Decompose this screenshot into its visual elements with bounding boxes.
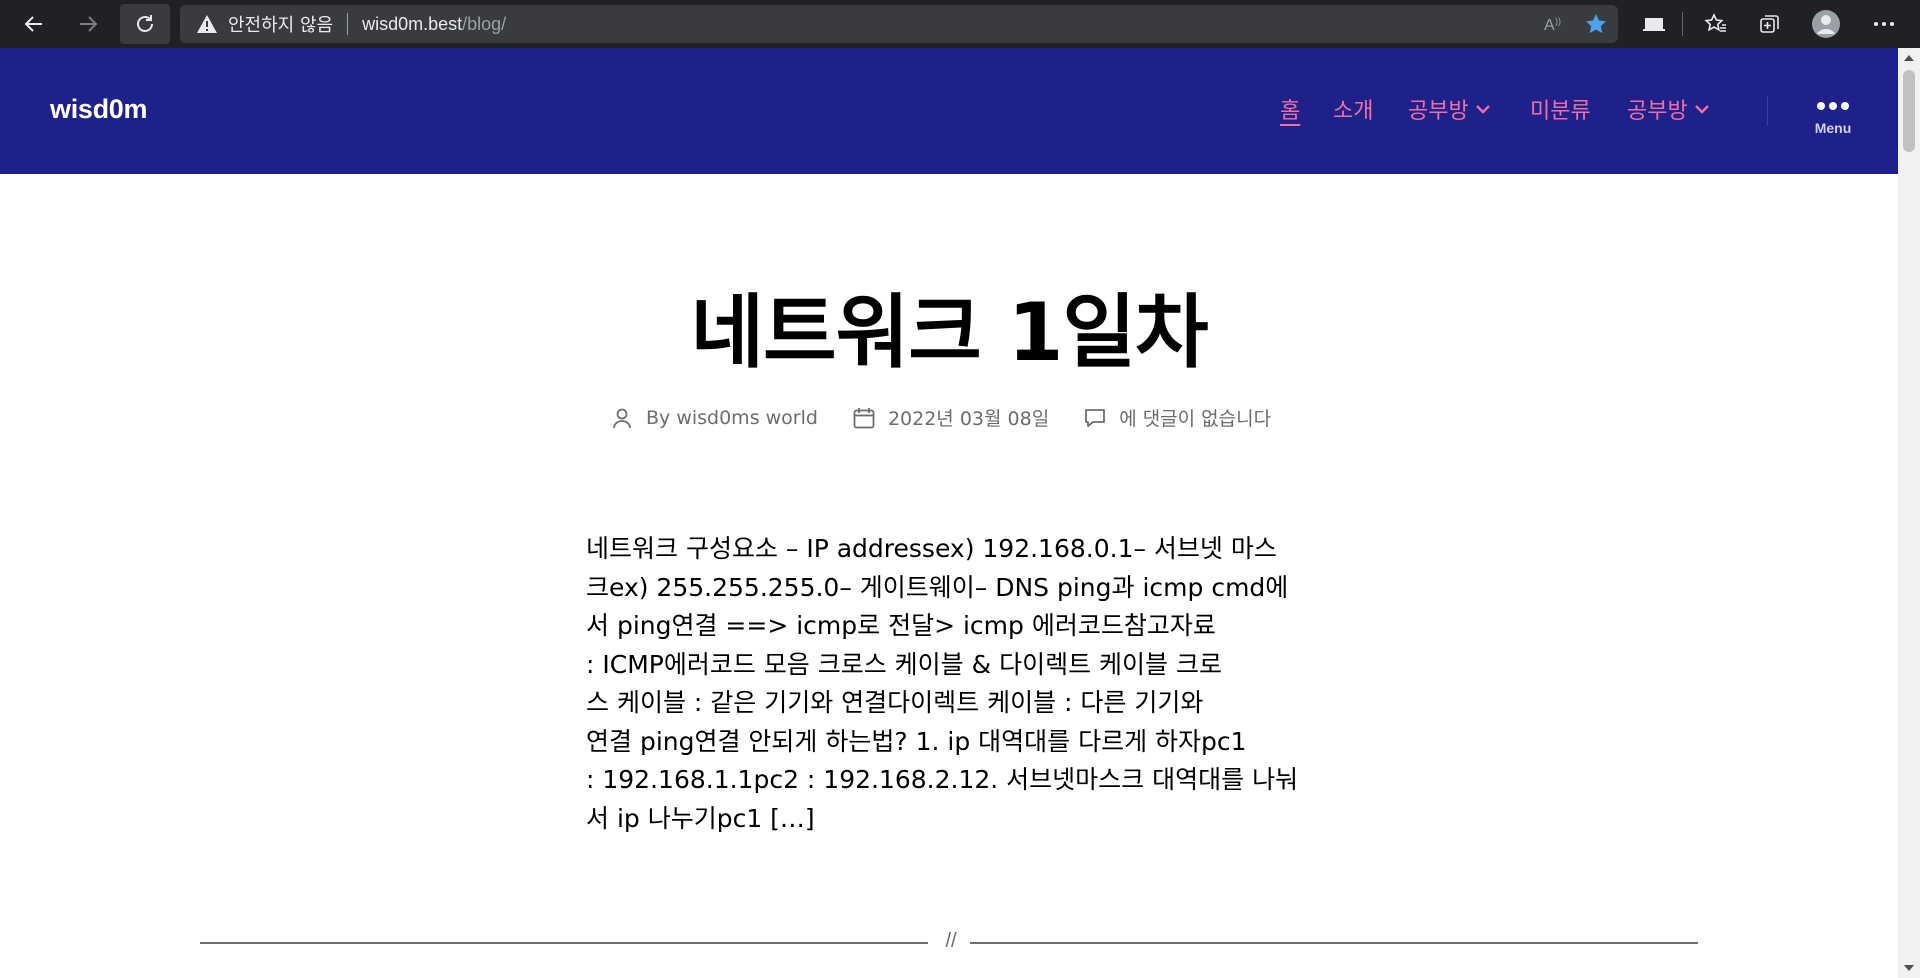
post-comments-text[interactable]: 에 댓글이 없습니다 [1119, 404, 1271, 431]
menu-item-about[interactable]: 소개 [1333, 93, 1373, 125]
reload-icon [137, 15, 153, 32]
site-title[interactable]: wisd0m [50, 94, 148, 125]
excerpt-line: 서 ping연결 ==> icmp로 전달> icmp 에러코드참고자료 [586, 611, 1216, 640]
comment-icon [1085, 408, 1106, 427]
page-scrollbar[interactable] [1898, 48, 1920, 978]
collections-icon [1760, 15, 1779, 33]
separator-line-left [200, 942, 928, 944]
calendar-icon [853, 407, 875, 428]
back-icon [24, 16, 42, 32]
forward-icon [80, 16, 98, 32]
post-meta: By wisd0ms world 2022년 03월 08일 에 댓글이 없습니… [610, 404, 1305, 431]
excerpt-line: 스 케이블 : 같은 기기와 연결다이렉트 케이블 : 다른 기기와 [586, 688, 1204, 717]
toolbar-separator [1682, 12, 1683, 36]
profile-button[interactable] [1806, 4, 1846, 44]
excerpt-line: 연결 ping연결 안되게 하는법? 1. ip 대역대를 다르게 하자pc1 [586, 726, 1247, 756]
menu-item-study-2-wrap[interactable]: 공부방 [1627, 94, 1710, 124]
collections-button[interactable] [1750, 4, 1790, 44]
menu-item-home[interactable]: 홈 [1280, 93, 1300, 125]
chevron-down-icon[interactable] [1694, 101, 1710, 117]
post-author-text[interactable]: By wisd0ms world [646, 407, 818, 429]
primary-menu: 홈 [1280, 94, 1300, 124]
menu-item-study-2[interactable]: 공부방 [1627, 93, 1688, 125]
reload-button[interactable] [120, 4, 170, 44]
back-button[interactable] [12, 2, 56, 46]
sidebar-button[interactable] [1634, 4, 1674, 44]
favorites-button[interactable] [1696, 4, 1736, 44]
url-path[interactable]: /blog/ [462, 14, 506, 35]
url-host[interactable]: wisd0m.best [362, 14, 462, 35]
menu-item-uncategorized-wrap: 미분류 [1530, 94, 1591, 124]
header-divider [1767, 96, 1768, 126]
post-comments: 에 댓글이 없습니다 [1083, 404, 1271, 431]
menu-toggle-button[interactable]: Menu [1806, 98, 1860, 158]
excerpt-line: 서 ip 나누기pc1 […] [586, 803, 815, 833]
chevron-down-icon[interactable] [1475, 101, 1491, 117]
excerpt-line: 크ex) 255.255.255.0– 게이트웨이– DNS ping과 icm… [586, 572, 1289, 602]
address-separator [347, 13, 349, 35]
warning-icon[interactable] [196, 13, 218, 35]
forward-button[interactable] [66, 2, 110, 46]
scroll-thumb[interactable] [1903, 70, 1915, 152]
menu-item-study[interactable]: 공부방 [1408, 93, 1469, 125]
sidebar-icon [1643, 18, 1665, 31]
address-bar[interactable]: 안전하지 않음 wisd0m.best/blog/ A)) [180, 5, 1618, 43]
security-warning-text[interactable]: 안전하지 않음 [228, 11, 333, 37]
profile-icon [1812, 10, 1840, 38]
more-dots-icon [1806, 102, 1860, 110]
menu-item-about-wrap: 소개 [1333, 94, 1373, 124]
svg-text:)): )) [1555, 16, 1561, 26]
excerpt-line: 네트워크 구성요소 – IP addressex) 192.168.0.1– 서… [586, 534, 1277, 563]
excerpt-line: : ICMP에러코드 모음 크로스 케이블 & 다이렉트 케이블 크로 [586, 649, 1222, 679]
menu-toggle-label: Menu [1814, 120, 1852, 136]
post-title[interactable]: 네트워크 1일차 [0, 268, 1898, 384]
browser-toolbar: 안전하지 않음 wisd0m.best/blog/ A)) [0, 0, 1920, 48]
favorite-star-icon[interactable] [1584, 12, 1608, 36]
menu-item-study-wrap[interactable]: 공부방 [1408, 94, 1491, 124]
site-header: wisd0m 홈 소개 공부방 미분류 공부방 Menu [0, 48, 1898, 174]
menu-item-uncategorized[interactable]: 미분류 [1530, 93, 1591, 125]
post-author: By wisd0ms world [610, 406, 818, 430]
read-aloud-icon[interactable]: A)) [1544, 14, 1566, 34]
scroll-up-icon[interactable] [1898, 48, 1920, 68]
separator-line-right [970, 942, 1698, 944]
more-icon [1874, 22, 1894, 26]
user-icon [613, 408, 631, 428]
post-date: 2022년 03월 08일 [852, 404, 1049, 431]
more-button[interactable] [1864, 4, 1904, 44]
excerpt-line: : 192.168.1.1pc2 : 192.168.2.12. 서브넷마스크 … [586, 765, 1299, 794]
favorites-icon [1704, 13, 1726, 32]
svg-text:A: A [1544, 17, 1555, 34]
post-separator: // [200, 930, 1698, 954]
separator-mark: // [945, 930, 957, 952]
address-actions: A)) [1544, 5, 1608, 43]
post-date-text[interactable]: 2022년 03월 08일 [888, 404, 1049, 431]
post-excerpt: 네트워크 구성요소 – IP addressex) 192.168.0.1– 서… [586, 530, 1316, 838]
scroll-down-icon[interactable] [1898, 958, 1920, 978]
